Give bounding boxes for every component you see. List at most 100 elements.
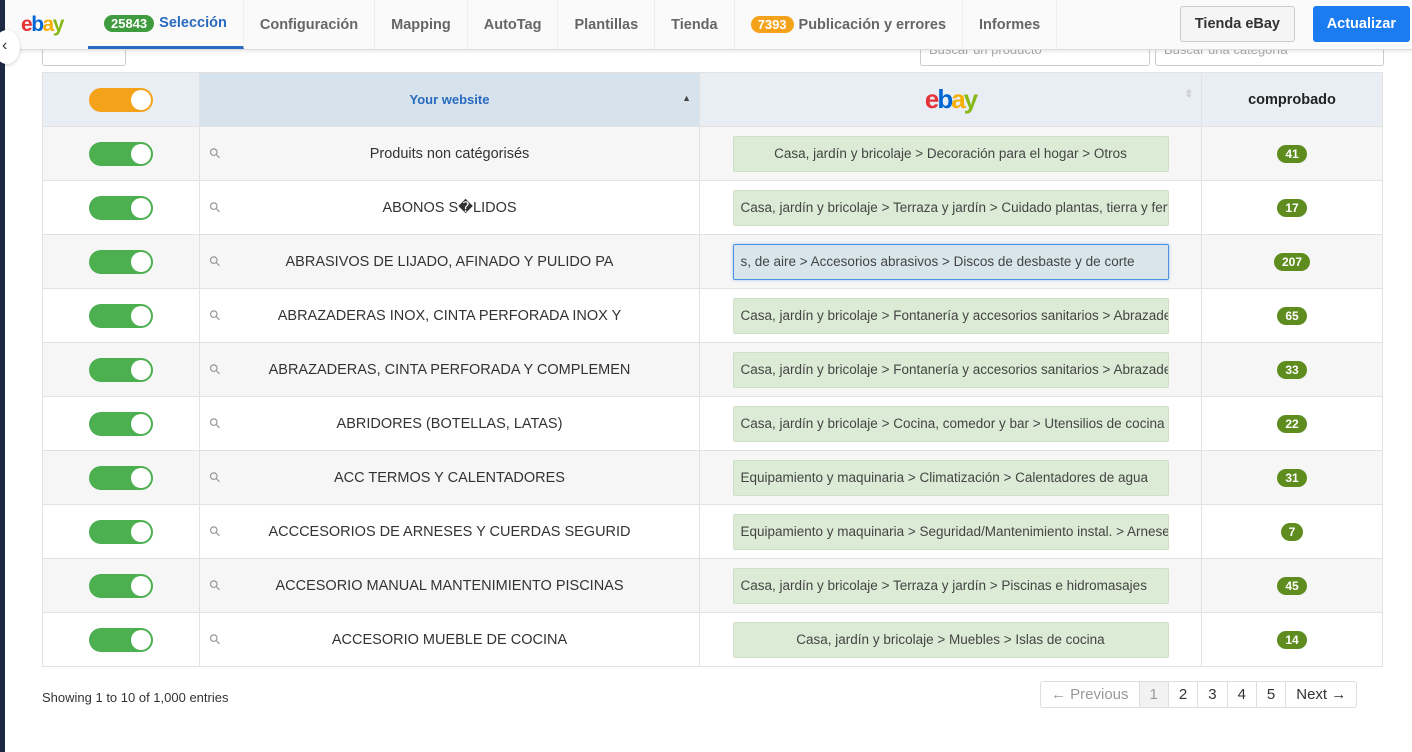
- ebay-category-cell: Casa, jardín y bricolaje > Decoración pa…: [699, 126, 1202, 181]
- actualizar-button[interactable]: Actualizar: [1312, 6, 1410, 42]
- table-row: ⚲ ABRAZADERAS, CINTA PERFORADA Y COMPLEME…: [42, 342, 1383, 397]
- tab-label: AutoTag: [483, 16, 542, 33]
- category-name-cell: ⚲ ACC TERMOS Y CALENTADORES: [199, 450, 700, 505]
- table-row: ⚲ ACCESORIO MUEBLE DE COCINA Casa, jardín…: [42, 612, 1383, 667]
- enable-toggle[interactable]: [89, 465, 153, 490]
- toggle-cell: [42, 450, 200, 505]
- previous-button[interactable]: ← Previous: [1041, 682, 1140, 707]
- ebay-category-input[interactable]: Casa, jardín y bricolaje > Fontanería y …: [732, 297, 1169, 334]
- search-icon[interactable]: ⚲: [205, 198, 224, 217]
- tab-3[interactable]: AutoTag: [468, 0, 559, 49]
- count-cell: 33: [1201, 342, 1383, 397]
- tab-label: Publicación y errores: [798, 16, 947, 33]
- left-sidebar-edge: [0, 0, 5, 752]
- category-mapping-table: Your website ▲ ebay ⇕ comprobado ⚲ Produits…: [42, 72, 1383, 667]
- count-cell: 65: [1201, 288, 1383, 343]
- ebay-category-cell: Casa, jardín y bricolaje > Muebles > Isl…: [699, 612, 1202, 667]
- page-5[interactable]: 5: [1257, 682, 1287, 707]
- search-icon[interactable]: ⚲: [205, 360, 224, 379]
- category-name: ACCESORIO MANUAL MANTENIMIENTO PISCINAS: [275, 577, 624, 594]
- enable-toggle[interactable]: [89, 627, 153, 652]
- category-name-cell: ⚲ ABRAZADERAS, CINTA PERFORADA Y COMPLEME…: [199, 342, 700, 397]
- tab-0[interactable]: 25843 Selección: [88, 0, 244, 49]
- select-all-header: [42, 72, 200, 127]
- search-icon[interactable]: ⚲: [205, 414, 224, 433]
- page-1[interactable]: 1: [1139, 682, 1169, 707]
- count-cell: 14: [1201, 612, 1383, 667]
- ebay-header[interactable]: ebay ⇕: [699, 72, 1202, 127]
- search-icon[interactable]: ⚲: [205, 468, 224, 487]
- enable-toggle[interactable]: [89, 411, 153, 436]
- toggle-cell: [42, 180, 200, 235]
- search-icon[interactable]: ⚲: [205, 522, 224, 541]
- enable-toggle[interactable]: [89, 249, 153, 274]
- category-name-cell: ⚲ ACCESORIO MANUAL MANTENIMIENTO PISCINAS: [199, 558, 700, 613]
- tienda-ebay-button[interactable]: Tienda eBay: [1179, 6, 1295, 42]
- page-3[interactable]: 3: [1198, 682, 1228, 707]
- sort-asc-icon: ▲: [682, 93, 691, 103]
- toggle-cell: [42, 396, 200, 451]
- ebay-category-input[interactable]: Casa, jardín y bricolaje > Terraza y jar…: [732, 189, 1169, 226]
- enable-toggle[interactable]: [89, 519, 153, 544]
- table-row: ⚲ ACC TERMOS Y CALENTADORES Equipamiento …: [42, 450, 1383, 505]
- comprobado-header[interactable]: comprobado: [1201, 72, 1383, 127]
- count-cell: 31: [1201, 450, 1383, 505]
- count-badge: 22: [1277, 414, 1307, 433]
- ebay-category-input[interactable]: Casa, jardín y bricolaje > Terraza y jar…: [732, 567, 1169, 604]
- ebay-category-input[interactable]: Equipamiento y maquinaria > Climatizació…: [732, 459, 1169, 496]
- ebay-category-cell: Equipamiento y maquinaria > Seguridad/Ma…: [699, 504, 1202, 559]
- ebay-category-input[interactable]: Casa, jardín y bricolaje > Fontanería y …: [732, 351, 1169, 388]
- ebay-category-input[interactable]: Casa, jardín y bricolaje > Cocina, comed…: [732, 405, 1169, 442]
- search-icon[interactable]: ⚲: [205, 630, 224, 649]
- category-name: Produits non catégorisés: [369, 145, 530, 162]
- count-cell: 17: [1201, 180, 1383, 235]
- enable-toggle[interactable]: [89, 573, 153, 598]
- count-cell: 22: [1201, 396, 1383, 451]
- your-website-header[interactable]: Your website ▲: [199, 72, 700, 127]
- enable-toggle[interactable]: [89, 195, 153, 220]
- tab-label: Tienda: [671, 16, 718, 33]
- ebay-category-input[interactable]: Equipamiento y maquinaria > Seguridad/Ma…: [732, 513, 1169, 550]
- ebay-category-input[interactable]: Casa, jardín y bricolaje > Decoración pa…: [732, 135, 1169, 172]
- count-cell: 41: [1201, 126, 1383, 181]
- next-button[interactable]: Next →: [1286, 682, 1356, 707]
- page-4[interactable]: 4: [1228, 682, 1257, 707]
- count-badge: 45: [1277, 576, 1307, 595]
- ebay-logo-header: ebay: [924, 84, 978, 114]
- tab-2[interactable]: Mapping: [375, 0, 468, 49]
- ebay-category-input[interactable]: s, de aire > Accesorios abrasivos > Disc…: [732, 243, 1169, 280]
- enable-toggle[interactable]: [89, 141, 153, 166]
- table-row: ⚲ ABRASIVOS DE LIJADO, AFINADO Y PULIDO P…: [42, 234, 1383, 289]
- enable-toggle[interactable]: [89, 303, 153, 328]
- tab-4[interactable]: Plantillas: [558, 0, 656, 49]
- tab-6[interactable]: 7393 Publicación y errores: [735, 0, 964, 49]
- tab-label: Plantillas: [574, 16, 639, 33]
- category-name: ABONOS S�LIDOS: [382, 199, 517, 216]
- select-all-toggle[interactable]: [89, 87, 153, 112]
- page-2[interactable]: 2: [1169, 682, 1199, 707]
- search-icon[interactable]: ⚲: [205, 252, 224, 271]
- category-name-cell: ⚲ ABRASIVOS DE LIJADO, AFINADO Y PULIDO P…: [199, 234, 700, 289]
- toggle-cell: [42, 126, 200, 181]
- top-nav: ebay 25843 Selección Configuración Mapping A…: [5, 0, 1412, 50]
- category-name: ACCCESORIOS DE ARNESES Y CUERDAS SEGURID: [268, 523, 631, 540]
- search-icon[interactable]: ⚲: [205, 144, 224, 163]
- enable-toggle[interactable]: [89, 357, 153, 382]
- tab-7[interactable]: Informes: [963, 0, 1058, 49]
- ebay-category-cell: Equipamiento y maquinaria > Climatizació…: [699, 450, 1202, 505]
- tab-1[interactable]: Configuración: [244, 0, 376, 49]
- count-badge: 207: [1273, 252, 1311, 271]
- ebay-category-cell: s, de aire > Accesorios abrasivos > Disc…: [699, 234, 1202, 289]
- toggle-cell: [42, 342, 200, 397]
- table-row: ⚲ Produits non catégorisés Casa, jardín y…: [42, 126, 1383, 181]
- search-icon[interactable]: ⚲: [205, 306, 224, 325]
- tab-5[interactable]: Tienda: [655, 0, 735, 49]
- ebay-category-input[interactable]: Casa, jardín y bricolaje > Muebles > Isl…: [732, 621, 1169, 658]
- category-name: ABRIDORES (BOTELLAS, LATAS): [336, 415, 563, 432]
- search-icon[interactable]: ⚲: [205, 576, 224, 595]
- category-name: ABRASIVOS DE LIJADO, AFINADO Y PULIDO PA: [285, 253, 614, 270]
- category-name: ABRAZADERAS, CINTA PERFORADA Y COMPLEMEN: [268, 361, 631, 378]
- category-name-cell: ⚲ ACCCESORIOS DE ARNESES Y CUERDAS SEGURI…: [199, 504, 700, 559]
- chevron-left-icon: ‹: [2, 37, 8, 54]
- table-row: ⚲ ABONOS S�LIDOS Casa, jardín y bricolaje…: [42, 180, 1383, 235]
